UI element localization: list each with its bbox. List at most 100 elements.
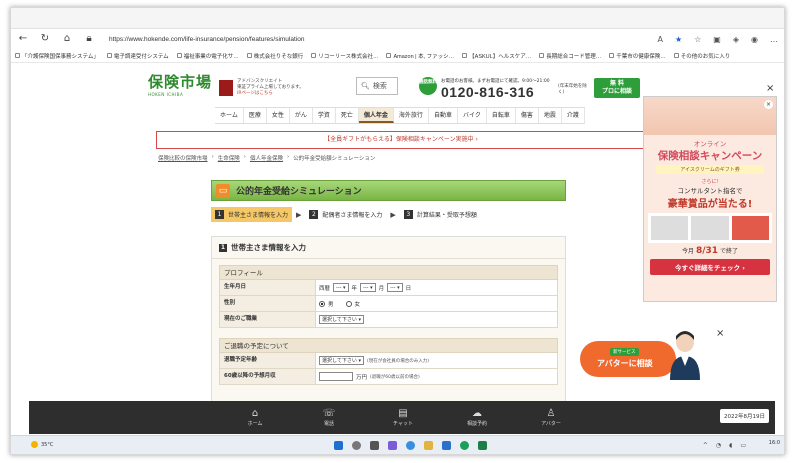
folder-icon[interactable] — [424, 441, 433, 450]
weather-widget[interactable]: 35°C — [31, 441, 53, 448]
outlook-icon[interactable] — [442, 441, 451, 450]
close-icon[interactable]: × — [766, 83, 774, 94]
bookmark-item[interactable]: 【ASKUL】ヘルスケア… — [462, 52, 531, 60]
refresh-icon[interactable]: ↻ — [39, 33, 51, 45]
app-bar-label: ホーム — [247, 421, 263, 427]
search-button[interactable]: 🔍︎ 検索 — [356, 77, 398, 95]
bookmark-item[interactable]: 長期総合コード管理… — [539, 52, 601, 60]
birth-day-select[interactable]: --- ▾ — [387, 283, 403, 292]
nav-item[interactable]: 個人年金 — [358, 108, 394, 123]
nav-item[interactable]: 地震 — [539, 108, 562, 123]
teams-icon[interactable] — [388, 441, 397, 450]
nav-item[interactable]: 自動車 — [429, 108, 458, 123]
job-row: 現在のご職業 選択して下さい ▾ — [219, 312, 558, 328]
nav-item[interactable]: 傷害 — [516, 108, 539, 123]
breadcrumb-item[interactable]: 生命保険 — [218, 154, 240, 162]
app-bar-icon: ☏ — [322, 408, 336, 419]
nav-item[interactable]: 死亡 — [336, 108, 359, 123]
birth-month-select[interactable]: --- ▾ — [360, 283, 376, 292]
income-label: 60歳以降の予想月収 — [220, 369, 316, 384]
bookmark-item[interactable]: その他のお気に入り — [673, 52, 730, 60]
ad-cta-button[interactable]: 今すぐ詳細をチェック › — [650, 259, 770, 275]
campaign-banner[interactable]: 【全員ギフトがもらえる】保険相談キャンペーン実施中 › — [156, 131, 646, 149]
lock-icon: 🔒︎ — [86, 33, 92, 44]
ir-link[interactable]: IRページはこちら — [237, 91, 304, 97]
nav-item[interactable]: ホーム — [215, 108, 244, 123]
phone-number[interactable]: 0120-816-316 — [441, 84, 534, 100]
ad-line-4: さらに! — [701, 179, 719, 185]
app-bar-item[interactable]: ☁ 相談予約 — [440, 408, 514, 427]
step-1: 1 世帯主さま情報を入力 — [211, 207, 293, 222]
chevron-up-icon[interactable]: ^ — [703, 442, 708, 449]
app-bar-item[interactable]: ⌂ ホーム — [218, 408, 292, 427]
app-bar-label: 相談予約 — [466, 421, 487, 427]
pro-consult-button[interactable]: 無 料 プロに相談 — [594, 78, 640, 98]
network-icon[interactable]: ◔ — [716, 442, 721, 449]
consult-small-label: 無 料 — [609, 80, 625, 87]
volume-icon[interactable]: ◖ — [729, 442, 732, 449]
nav-item[interactable]: がん — [290, 108, 313, 123]
income-input[interactable] — [319, 372, 353, 381]
app-bar-icon: ♙ — [546, 408, 556, 419]
avatar-tag: 新サービス — [610, 348, 639, 356]
campaign-ad[interactable]: × オンライン 保険相談キャンペーン アイスクリームのギフト券 さらに! コンサ… — [643, 96, 777, 302]
back-icon[interactable]: ← — [17, 33, 29, 45]
breadcrumb-separator: › — [211, 154, 214, 160]
bookmark-item[interactable]: 福祉事業の電子化サ… — [176, 52, 239, 60]
ad-prizes — [648, 213, 772, 243]
retire-age-select[interactable]: 選択して下さい ▾ — [319, 356, 364, 365]
app-bar-icon: ⌂ — [251, 408, 259, 419]
bookmarks-bar: 「介護保険国保事務システム」 電子調達受付システム 福祉事業の電子化サ… 株式会社りそ… — [11, 49, 784, 63]
profile-icon[interactable]: ◉ — [751, 35, 758, 44]
more-icon[interactable]: … — [770, 35, 778, 44]
retire-age-row: 退職予定年齢 選択して下さい ▾ (現在が会社員の場合のみ入力) — [219, 353, 558, 369]
bookmark-item[interactable]: Amazon | 本, ファッシ… — [386, 52, 454, 60]
collections-icon[interactable]: ▣ — [713, 35, 721, 44]
breadcrumb-item[interactable]: 個人年金保険 — [250, 154, 283, 162]
job-select[interactable]: 選択して下さい ▾ — [319, 315, 364, 324]
clock[interactable]: 16:0 — [769, 440, 780, 446]
search-icon[interactable] — [352, 441, 361, 450]
gender-female-radio[interactable] — [345, 300, 352, 307]
favorites-icon[interactable]: ☆ — [694, 35, 701, 44]
ad-end-date: 今月 8/31 で終了 — [682, 246, 738, 256]
nav-item[interactable]: バイク — [458, 108, 487, 123]
nav-item[interactable]: 介護 — [562, 108, 585, 123]
avatar-close-icon[interactable]: × — [716, 328, 724, 339]
retire-age-label: 退職予定年齢 — [220, 353, 316, 368]
gender-male-radio[interactable] — [319, 300, 325, 307]
start-icon[interactable] — [334, 441, 343, 450]
favorite-star-icon[interactable]: ★ — [675, 35, 682, 44]
bookmark-icon — [462, 53, 468, 58]
battery-icon[interactable]: ▭ — [740, 442, 746, 449]
nav-item[interactable]: 学資 — [313, 108, 336, 123]
task-view-icon[interactable] — [370, 441, 379, 450]
address-bar[interactable]: https://www.hokende.com/life-insurance/p… — [109, 36, 304, 43]
extension-icon[interactable]: ◈ — [733, 35, 739, 44]
nav-item[interactable]: 女性 — [267, 108, 290, 123]
read-aloud-icon[interactable]: A — [657, 35, 662, 44]
excel-icon[interactable] — [478, 441, 487, 450]
edge-icon[interactable] — [406, 441, 415, 450]
ad-close-icon[interactable]: × — [764, 100, 773, 109]
nav-item[interactable]: 医療 — [244, 108, 267, 123]
breadcrumb-item[interactable]: 保険比較の保険市場 — [158, 154, 208, 162]
chrome-icon[interactable] — [460, 441, 469, 450]
app-bar-item[interactable]: ▤ チャット — [366, 408, 440, 427]
birth-year-select[interactable]: --- ▾ — [333, 283, 349, 292]
bookmark-item[interactable]: リコーリース株式会社… — [311, 52, 378, 60]
app-bar-item[interactable]: ☏ 電話 — [292, 408, 366, 427]
bookmark-item[interactable]: 株式会社りそな銀行 — [246, 52, 303, 60]
nav-item[interactable]: 海外旅行 — [394, 108, 429, 123]
nav-item[interactable]: 自転車 — [487, 108, 516, 123]
bookmark-item[interactable]: 電子調達受付システム — [106, 52, 169, 60]
site-logo[interactable]: 保険市場 HOKEN ICHIBA — [148, 71, 212, 97]
gender-value: 男 女 — [316, 296, 557, 311]
bookmark-item[interactable]: 千葉市の健康保険… — [609, 52, 666, 60]
home-icon[interactable]: ⌂ — [61, 33, 73, 45]
app-bar-item[interactable]: ♙ アバター — [514, 408, 588, 427]
page-title-bar: ▭ 公的年金受給シミュレーション — [211, 180, 566, 201]
avatar-person-icon[interactable] — [668, 328, 702, 380]
bookmark-item[interactable]: 「介護保険国保事務システム」 — [15, 52, 99, 60]
bookmark-icon — [15, 53, 20, 58]
